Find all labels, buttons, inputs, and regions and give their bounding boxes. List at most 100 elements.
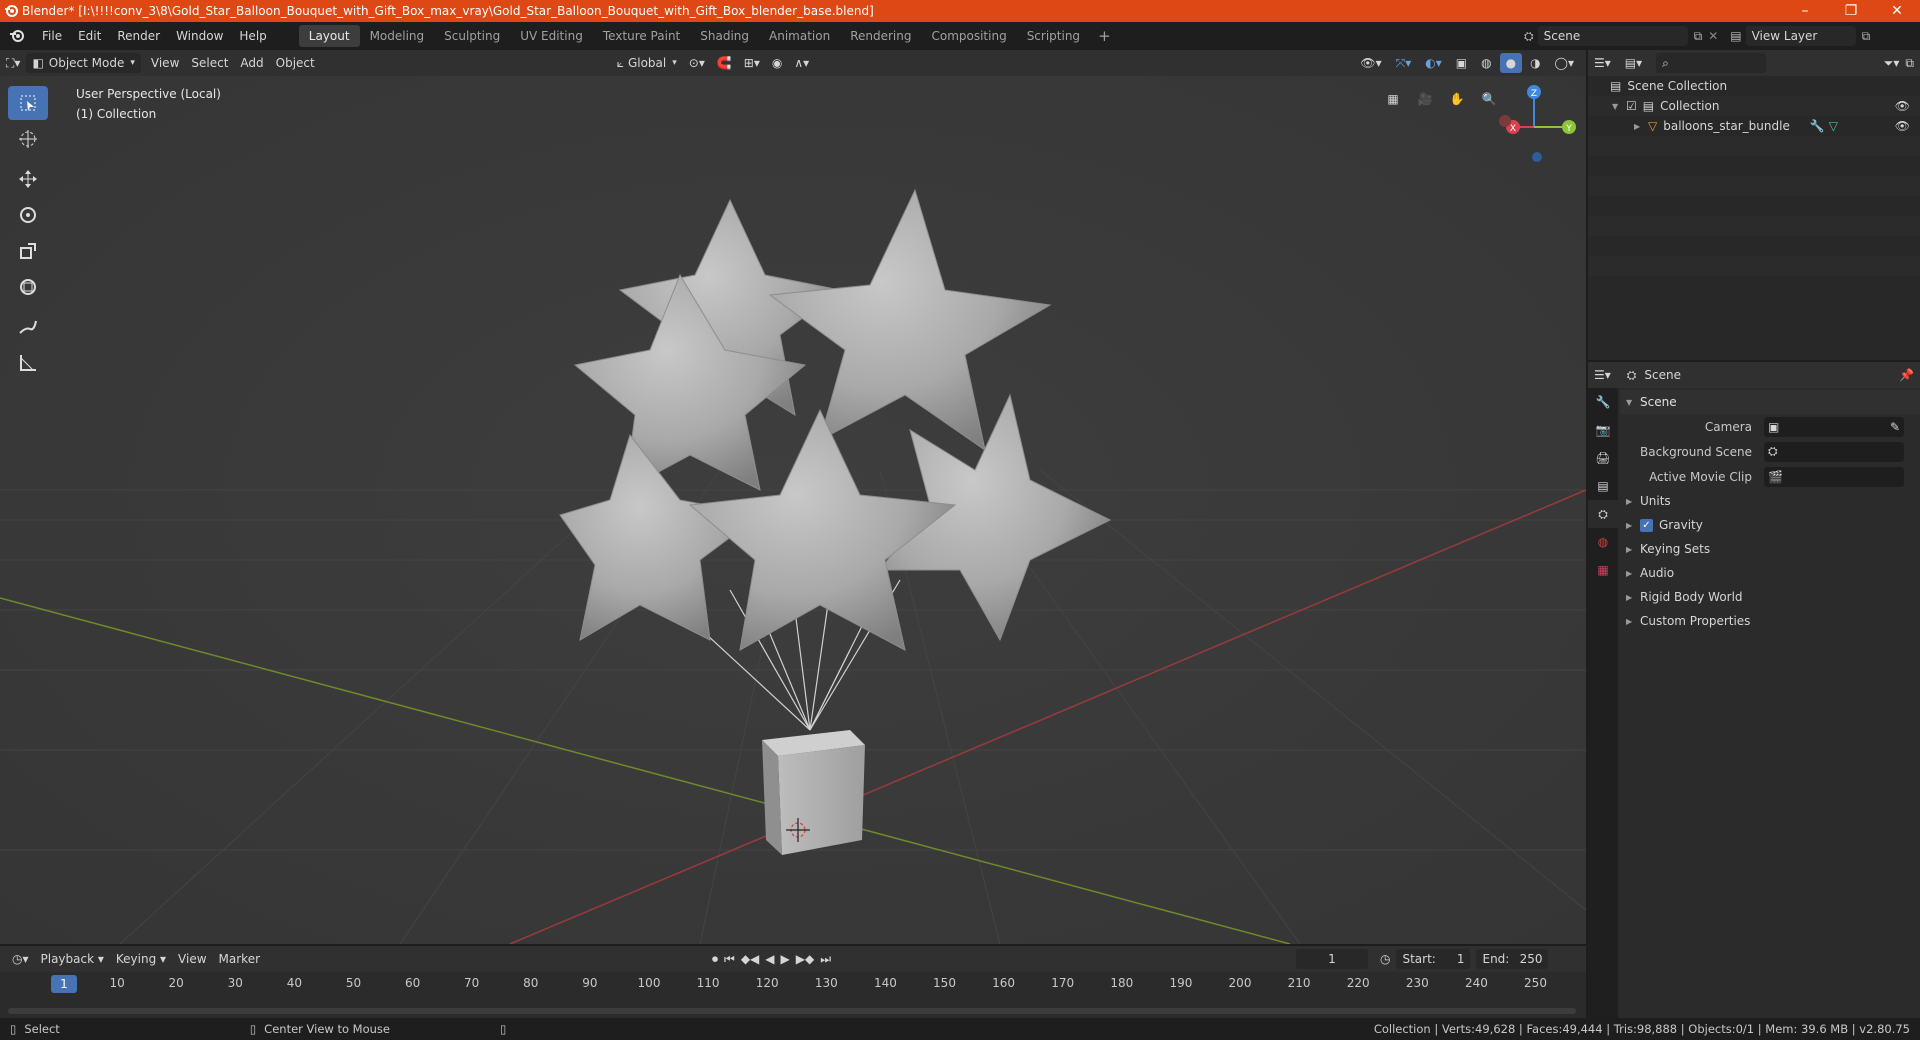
snap-target-button[interactable]: ⊞▾ <box>738 53 766 73</box>
new-view-layer-icon[interactable]: ⧉ <box>1862 29 1871 44</box>
end-frame-field[interactable]: End: 250 <box>1476 949 1549 969</box>
background-scene-field[interactable]: ⛭ <box>1764 441 1904 462</box>
tab-scripting[interactable]: Scripting <box>1017 25 1090 47</box>
keying-sets-panel[interactable]: ▶ Keying Sets <box>1620 537 1920 561</box>
tab-sculpting[interactable]: Sculpting <box>434 25 510 47</box>
scene-panel-header[interactable]: ▼ Scene <box>1620 390 1920 414</box>
eye-icon[interactable]: 👁 <box>1895 99 1910 113</box>
tab-animation[interactable]: Animation <box>759 25 840 47</box>
grid-view-icon[interactable]: ▦ <box>1380 86 1406 112</box>
tab-layout[interactable]: Layout <box>298 25 360 47</box>
current-frame-marker[interactable]: 1 <box>50 975 77 993</box>
outliner-row-scene-collection[interactable]: ▤ Scene Collection <box>1588 76 1920 96</box>
jump-start-icon[interactable]: ⏮ <box>724 952 735 967</box>
annotate-icon[interactable] <box>8 310 48 344</box>
pan-hand-icon[interactable]: ✋ <box>1444 86 1470 112</box>
rendered-shading-icon[interactable]: ◯▾ <box>1549 53 1580 73</box>
menu-render[interactable]: Render <box>109 22 168 50</box>
timeline-editor-icon[interactable]: ◷▾ <box>6 949 35 969</box>
outliner-search-input[interactable]: ⌕ <box>1656 53 1767 73</box>
camera-field[interactable]: ▣ ✎ <box>1764 416 1904 437</box>
view-layer-tab-icon[interactable]: ▤ <box>1588 472 1618 500</box>
display-mode-icon[interactable]: ▤▾ <box>1625 56 1642 70</box>
play-reverse-icon[interactable]: ◀ <box>765 952 774 966</box>
render-tab-icon[interactable]: 📷 <box>1588 416 1618 444</box>
wireframe-shading-icon[interactable]: ◍ <box>1475 53 1497 73</box>
zoom-icon[interactable]: 🔍 <box>1476 86 1502 112</box>
tab-compositing[interactable]: Compositing <box>921 25 1016 47</box>
gizmo-toggle-icon[interactable]: ⤧▾ <box>1390 53 1418 73</box>
menu-playback[interactable]: Playback ▾ <box>35 949 110 969</box>
mesh-data-icon[interactable]: ▽ <box>1829 119 1838 133</box>
3d-viewport[interactable]: Z Y X ⛶▾ ◧ Object Mode ▾ View Select Add… <box>0 50 1586 944</box>
visibility-icon[interactable]: 👁▾ <box>1354 53 1387 73</box>
clock-icon[interactable]: ◷ <box>1380 952 1390 966</box>
blender-menu-icon[interactable] <box>0 28 34 44</box>
rotate-icon[interactable] <box>8 198 48 232</box>
wrench-icon[interactable]: 🔧 <box>1810 119 1825 133</box>
falloff-button[interactable]: ∧▾ <box>788 53 815 73</box>
cursor-icon[interactable] <box>8 122 48 156</box>
scene-tab-icon[interactable]: ⛭ <box>1588 500 1618 528</box>
select-box-icon[interactable] <box>8 86 48 120</box>
camera-view-icon[interactable]: 🎥 <box>1412 86 1438 112</box>
transform-icon[interactable] <box>8 270 48 304</box>
scene-field[interactable]: Scene <box>1537 26 1688 46</box>
pivot-point-button[interactable]: ⊙▾ <box>683 53 711 73</box>
current-frame-field[interactable]: 1 <box>1296 949 1368 969</box>
prev-keyframe-icon[interactable]: ◆◀ <box>741 952 759 966</box>
menu-object[interactable]: Object <box>270 53 321 73</box>
menu-marker[interactable]: Marker <box>213 949 266 969</box>
menu-file[interactable]: File <box>34 22 70 50</box>
measure-icon[interactable] <box>8 346 48 380</box>
rigid-body-world-panel[interactable]: ▶ Rigid Body World <box>1620 585 1920 609</box>
menu-keying[interactable]: Keying ▾ <box>110 949 172 969</box>
audio-panel[interactable]: ▶ Audio <box>1620 561 1920 585</box>
filter-icon[interactable]: ⏷▾ <box>1884 56 1900 71</box>
xray-toggle-icon[interactable]: ▣ <box>1450 53 1473 73</box>
expand-arrow-icon[interactable]: ▼ <box>1612 102 1626 111</box>
jump-end-icon[interactable]: ⏭ <box>820 952 831 967</box>
tab-rendering[interactable]: Rendering <box>840 25 921 47</box>
proportional-edit-button[interactable]: ◉ <box>766 53 788 73</box>
maximize-button[interactable]: ❐ <box>1828 0 1874 22</box>
units-panel[interactable]: ▶ Units <box>1620 489 1920 513</box>
solid-shading-icon[interactable]: ● <box>1499 53 1523 73</box>
outliner-editor-icon[interactable]: ☰▾ <box>1594 56 1611 70</box>
eye-icon[interactable]: 👁 <box>1895 119 1910 133</box>
record-icon[interactable]: ⏺ <box>712 952 718 967</box>
play-icon[interactable]: ▶ <box>781 952 790 966</box>
outliner-row-balloons[interactable]: ▶ ▽ balloons_star_bundle 🔧 ▽ 👁 <box>1588 116 1920 136</box>
next-keyframe-icon[interactable]: ▶◆ <box>796 952 814 966</box>
expand-arrow-icon[interactable]: ▶ <box>1634 122 1648 131</box>
output-tab-icon[interactable]: 🖨 <box>1588 444 1618 472</box>
remove-scene-icon[interactable]: ✕ <box>1708 29 1718 43</box>
menu-edit[interactable]: Edit <box>70 22 109 50</box>
active-movie-clip-field[interactable]: 🎬 <box>1764 466 1904 487</box>
timeline-ruler[interactable]: 1 10 20 30 40 50 60 70 80 90 100 110 120 130 140 150 160… <box>0 972 1586 994</box>
scale-icon[interactable] <box>8 234 48 268</box>
menu-window[interactable]: Window <box>168 22 231 50</box>
material-shading-icon[interactable]: ◑ <box>1524 53 1546 73</box>
new-collection-icon[interactable]: ⧉ <box>1905 56 1914 71</box>
tab-modeling[interactable]: Modeling <box>360 25 435 47</box>
start-frame-field[interactable]: Start: 1 <box>1396 949 1471 969</box>
outliner-row-collection[interactable]: ▼ ☑ ▤ Collection 👁 <box>1588 96 1920 116</box>
add-workspace-button[interactable]: + <box>1090 27 1119 45</box>
overlay-toggle-icon[interactable]: ◐▾ <box>1419 53 1448 73</box>
menu-help[interactable]: Help <box>231 22 274 50</box>
tab-uv-editing[interactable]: UV Editing <box>510 25 593 47</box>
new-scene-icon[interactable]: ⧉ <box>1694 29 1703 44</box>
menu-timeline-view[interactable]: View <box>172 949 212 969</box>
pin-icon[interactable]: 📌 <box>1899 368 1914 382</box>
scene-icon[interactable]: ⛭ <box>1524 29 1534 44</box>
move-icon[interactable] <box>8 162 48 196</box>
mode-selector[interactable]: ◧ Object Mode ▾ <box>26 53 141 73</box>
texture-tab-icon[interactable]: ▦ <box>1588 556 1618 584</box>
menu-add[interactable]: Add <box>234 53 269 73</box>
tool-tab-icon[interactable]: 🔧 <box>1588 388 1618 416</box>
tab-shading[interactable]: Shading <box>690 25 759 47</box>
view-layer-field[interactable]: View Layer <box>1745 26 1856 46</box>
properties-editor-icon[interactable]: ☰▾ <box>1594 368 1611 382</box>
transform-orientation[interactable]: ⟀ Global ▾ <box>611 53 683 73</box>
